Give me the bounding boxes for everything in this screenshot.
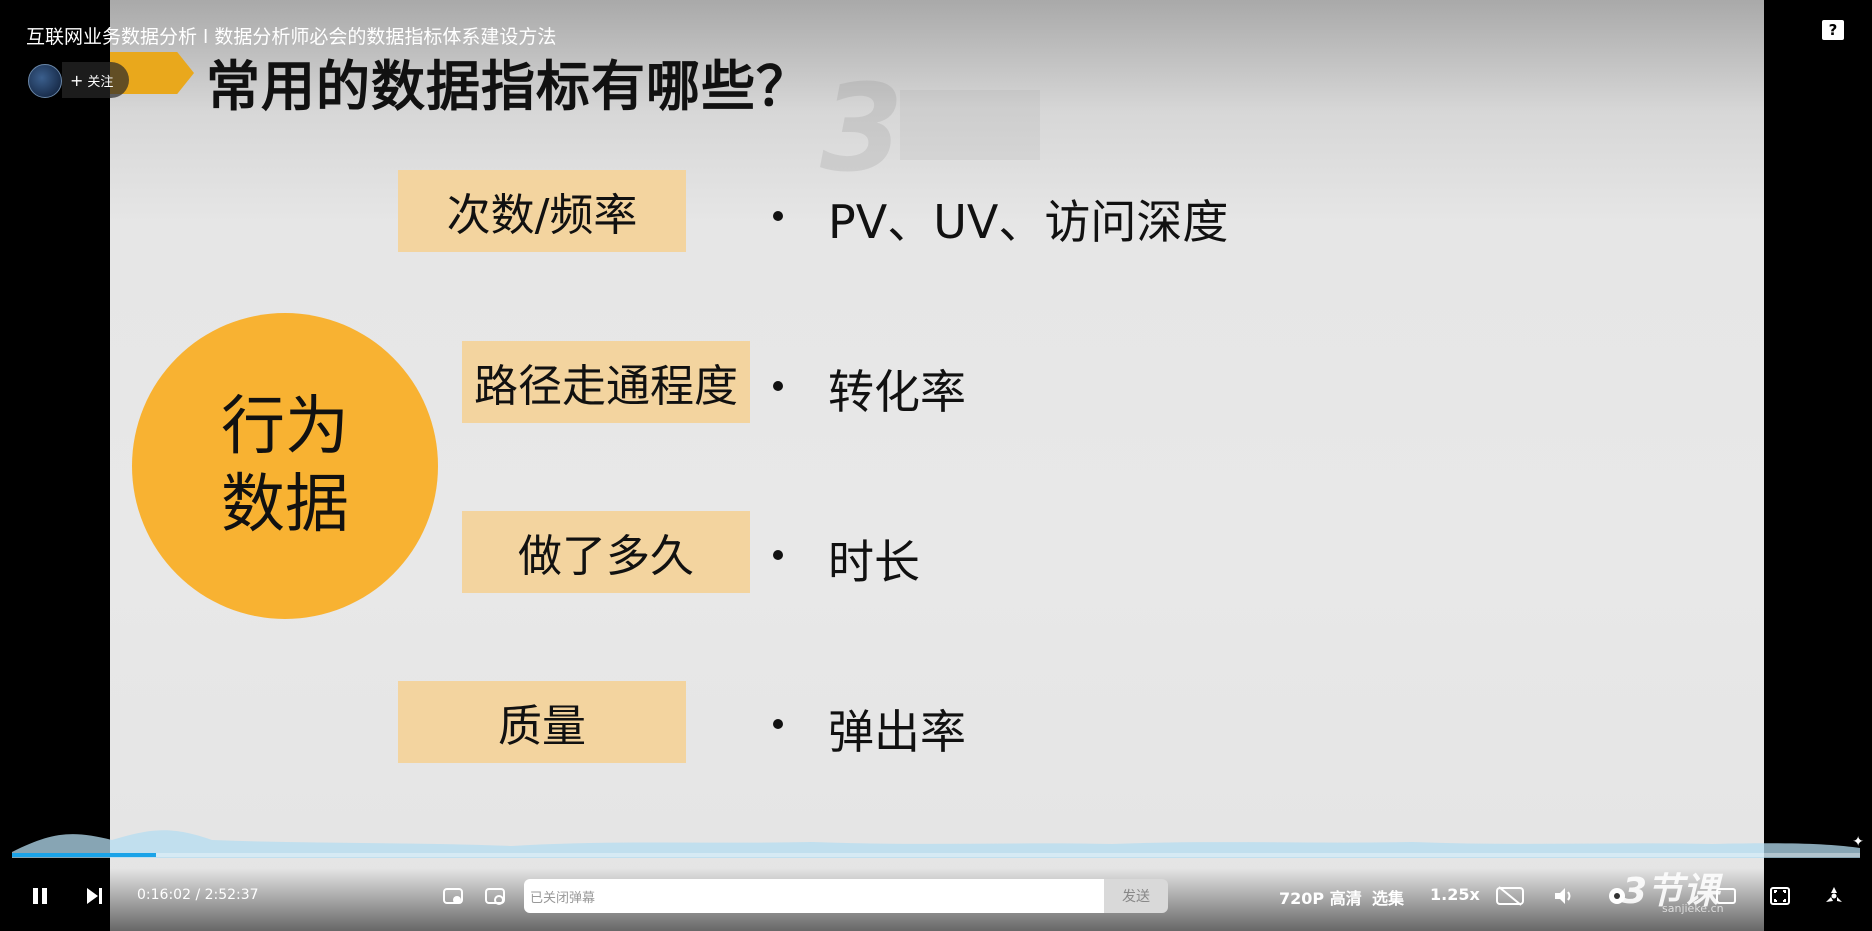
progress-fill — [12, 853, 157, 857]
subtitle-off-icon — [1496, 886, 1524, 906]
duration: 2:52:37 — [204, 887, 259, 903]
volume-icon — [1555, 888, 1571, 904]
progress-bar[interactable] — [12, 853, 1860, 857]
fullscreen-button[interactable] — [1768, 884, 1792, 908]
danmaku-input[interactable]: 已关闭弹幕 — [524, 879, 1104, 913]
category-detail: 弹出率 — [828, 705, 966, 759]
category-box: 次数/频率 — [398, 170, 686, 252]
bullet — [773, 550, 783, 560]
pip-button[interactable] — [1714, 884, 1738, 908]
slide-heading: 常用的数据指标有哪些？ — [206, 55, 811, 118]
circle-label: 行为数据 — [221, 390, 349, 542]
pip-icon — [1716, 888, 1736, 904]
fullscreen-icon — [1770, 887, 1790, 905]
follow-label: 关注 — [87, 74, 114, 90]
time-separator: / — [195, 887, 201, 903]
category-detail: 时长 — [828, 535, 920, 589]
follow-button[interactable]: + 关注 — [62, 62, 130, 98]
episodes-button[interactable]: 选集 — [1372, 885, 1404, 909]
pause-icon — [33, 888, 47, 904]
bullet — [773, 719, 783, 729]
pin-icon[interactable]: ✦ — [1852, 834, 1864, 850]
svg-text:3: 3 — [820, 60, 904, 199]
quality-button[interactable]: 720P 高清 — [1279, 885, 1362, 909]
category-box: 质量 — [398, 681, 686, 763]
category-detail: PV、UV、访问深度 — [828, 195, 1229, 249]
help-icon[interactable]: ? — [1822, 20, 1844, 40]
category-detail: 转化率 — [828, 365, 966, 419]
behavior-data-circle: 行为数据 — [132, 313, 438, 619]
bullet — [773, 211, 783, 221]
slide: 常用的数据指标有哪些？ 3 行为数据 次数/频率 PV、UV、访问深度 路径走通… — [110, 0, 1764, 931]
volume-button[interactable] — [1552, 884, 1576, 908]
speed-button[interactable]: 1.25x — [1430, 885, 1480, 904]
next-icon — [87, 888, 102, 904]
danmaku-settings-button[interactable] — [482, 884, 508, 908]
video-player[interactable]: 常用的数据指标有哪些？ 3 行为数据 次数/频率 PV、UV、访问深度 路径走通… — [0, 0, 1872, 931]
category-box: 路径走通程度 — [462, 341, 750, 423]
bullet — [773, 381, 783, 391]
pause-button[interactable] — [28, 884, 52, 908]
fan-icon — [1826, 887, 1842, 902]
next-button[interactable] — [82, 884, 106, 908]
category-box: 做了多久 — [462, 511, 750, 593]
danmaku-settings-icon — [485, 888, 505, 905]
more-button[interactable] — [1822, 884, 1846, 908]
plus-icon: + — [70, 70, 84, 90]
time-display: 0:16:02 / 2:52:37 — [137, 887, 259, 903]
danmaku-toggle-button[interactable] — [440, 884, 466, 908]
subtitle-off-button[interactable] — [1494, 884, 1526, 908]
current-time: 0:16:02 — [137, 887, 191, 903]
uploader-avatar[interactable] — [28, 64, 62, 98]
send-button[interactable]: 发送 — [1104, 879, 1168, 913]
danmaku-icon — [443, 888, 463, 904]
video-title: 互联网业务数据分析 l 数据分析师必会的数据指标体系建设方法 — [26, 26, 557, 48]
watermark-logo: 3 — [820, 60, 1040, 199]
